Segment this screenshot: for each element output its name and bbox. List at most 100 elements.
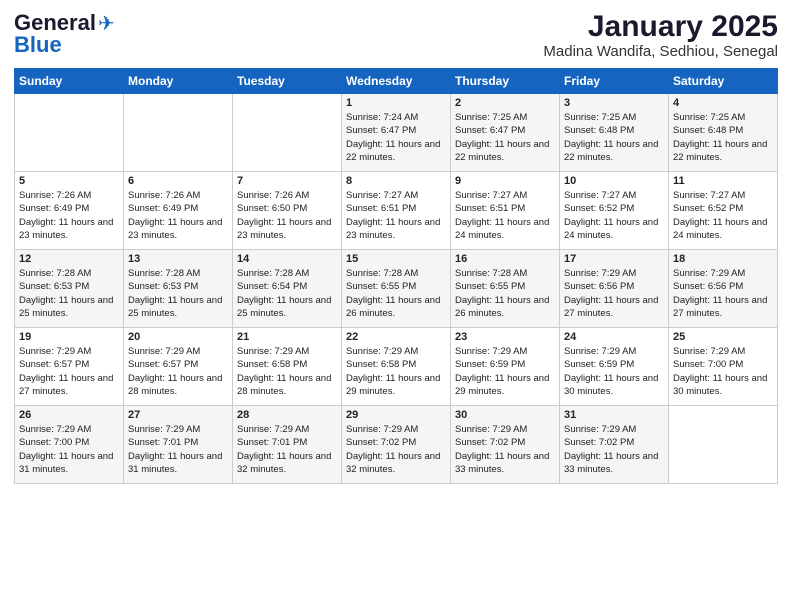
day-info: Sunrise: 7:25 AMSunset: 6:47 PMDaylight:…: [455, 111, 555, 164]
day-number: 5: [19, 175, 119, 187]
day-number: 28: [237, 409, 337, 421]
day-info: Sunrise: 7:29 AMSunset: 6:58 PMDaylight:…: [346, 345, 446, 398]
day-number: 15: [346, 253, 446, 265]
day-info: Sunrise: 7:29 AMSunset: 7:02 PMDaylight:…: [455, 423, 555, 476]
day-info: Sunrise: 7:28 AMSunset: 6:53 PMDaylight:…: [19, 267, 119, 320]
day-number: 2: [455, 97, 555, 109]
day-info: Sunrise: 7:29 AMSunset: 6:57 PMDaylight:…: [19, 345, 119, 398]
col-thursday: Thursday: [451, 69, 560, 94]
day-number: 8: [346, 175, 446, 187]
calendar-cell: 27Sunrise: 7:29 AMSunset: 7:01 PMDayligh…: [124, 406, 233, 484]
calendar-cell: 9 Sunrise: 7:27 AMSunset: 6:51 PMDaylight…: [451, 172, 560, 250]
day-number: 24: [564, 331, 664, 343]
day-info: Sunrise: 7:29 AMSunset: 7:01 PMDaylight:…: [237, 423, 337, 476]
calendar-cell: 31 Sunrise: 7:29 AMSunset: 7:02 PMDayligh…: [560, 406, 669, 484]
day-number: 22: [346, 331, 446, 343]
calendar-cell: 19 Sunrise: 7:29 AMSunset: 6:57 PMDayligh…: [15, 328, 124, 406]
day-info: Sunrise: 7:27 AMSunset: 6:51 PMDaylight:…: [455, 189, 555, 242]
calendar-cell: 1Sunrise: 7:24 AMSunset: 6:47 PMDaylight…: [342, 94, 451, 172]
main-container: General ✈ Blue January 2025 Madina Wandi…: [0, 0, 792, 494]
day-number: 21: [237, 331, 337, 343]
calendar-cell: 22 Sunrise: 7:29 AMSunset: 6:58 PMDayligh…: [342, 328, 451, 406]
logo-bird-icon: ✈: [98, 11, 115, 36]
calendar-week-3: 12 Sunrise: 7:28 AMSunset: 6:53 PMDayligh…: [15, 250, 778, 328]
day-number: 10: [564, 175, 664, 187]
calendar-cell: 10 Sunrise: 7:27 AMSunset: 6:52 PMDayligh…: [560, 172, 669, 250]
col-tuesday: Tuesday: [233, 69, 342, 94]
calendar-cell: 11 Sunrise: 7:27 AMSunset: 6:52 PMDayligh…: [669, 172, 778, 250]
calendar-cell: 8 Sunrise: 7:27 AMSunset: 6:51 PMDaylight…: [342, 172, 451, 250]
day-info: Sunrise: 7:29 AMSunset: 7:02 PMDaylight:…: [564, 423, 664, 476]
day-info: Sunrise: 7:27 AMSunset: 6:52 PMDaylight:…: [673, 189, 773, 242]
day-number: 29: [346, 409, 446, 421]
day-info: Sunrise: 7:28 AMSunset: 6:55 PMDaylight:…: [346, 267, 446, 320]
day-info: Sunrise: 7:28 AMSunset: 6:55 PMDaylight:…: [455, 267, 555, 320]
day-number: 17: [564, 253, 664, 265]
day-info: Sunrise: 7:29 AMSunset: 7:00 PMDaylight:…: [673, 345, 773, 398]
header-row: Sunday Monday Tuesday Wednesday Thursday…: [15, 69, 778, 94]
calendar-cell: 15 Sunrise: 7:28 AMSunset: 6:55 PMDayligh…: [342, 250, 451, 328]
day-info: Sunrise: 7:25 AMSunset: 6:48 PMDaylight:…: [673, 111, 773, 164]
col-sunday: Sunday: [15, 69, 124, 94]
calendar-week-4: 19 Sunrise: 7:29 AMSunset: 6:57 PMDayligh…: [15, 328, 778, 406]
day-info: Sunrise: 7:27 AMSunset: 6:52 PMDaylight:…: [564, 189, 664, 242]
title-block: January 2025 Madina Wandifa, Sedhiou, Se…: [543, 10, 778, 60]
col-saturday: Saturday: [669, 69, 778, 94]
day-number: 16: [455, 253, 555, 265]
day-info: Sunrise: 7:29 AMSunset: 6:59 PMDaylight:…: [455, 345, 555, 398]
day-info: Sunrise: 7:29 AMSunset: 6:59 PMDaylight:…: [564, 345, 664, 398]
day-number: 1: [346, 97, 446, 109]
calendar-title: January 2025: [543, 10, 778, 43]
calendar-cell: 13Sunrise: 7:28 AMSunset: 6:53 PMDayligh…: [124, 250, 233, 328]
day-info: Sunrise: 7:26 AMSunset: 6:50 PMDaylight:…: [237, 189, 337, 242]
day-number: 31: [564, 409, 664, 421]
calendar-cell: 17 Sunrise: 7:29 AMSunset: 6:56 PMDayligh…: [560, 250, 669, 328]
day-info: Sunrise: 7:25 AMSunset: 6:48 PMDaylight:…: [564, 111, 664, 164]
calendar-subtitle: Madina Wandifa, Sedhiou, Senegal: [543, 43, 778, 60]
day-number: 30: [455, 409, 555, 421]
calendar-cell: 21 Sunrise: 7:29 AMSunset: 6:58 PMDayligh…: [233, 328, 342, 406]
col-wednesday: Wednesday: [342, 69, 451, 94]
calendar-cell: [15, 94, 124, 172]
calendar-cell: 16 Sunrise: 7:28 AMSunset: 6:55 PMDayligh…: [451, 250, 560, 328]
calendar-cell: 23 Sunrise: 7:29 AMSunset: 6:59 PMDayligh…: [451, 328, 560, 406]
calendar-cell: 30 Sunrise: 7:29 AMSunset: 7:02 PMDayligh…: [451, 406, 560, 484]
day-number: 18: [673, 253, 773, 265]
logo: General ✈ Blue: [14, 10, 115, 58]
day-info: Sunrise: 7:26 AMSunset: 6:49 PMDaylight:…: [128, 189, 228, 242]
calendar-cell: [124, 94, 233, 172]
day-number: 12: [19, 253, 119, 265]
day-number: 11: [673, 175, 773, 187]
day-number: 3: [564, 97, 664, 109]
calendar-cell: [669, 406, 778, 484]
calendar-cell: 20 Sunrise: 7:29 AMSunset: 6:57 PMDayligh…: [124, 328, 233, 406]
day-number: 20: [128, 331, 228, 343]
calendar-week-1: 1Sunrise: 7:24 AMSunset: 6:47 PMDaylight…: [15, 94, 778, 172]
calendar-cell: 24 Sunrise: 7:29 AMSunset: 6:59 PMDayligh…: [560, 328, 669, 406]
calendar-cell: 26Sunrise: 7:29 AMSunset: 7:00 PMDayligh…: [15, 406, 124, 484]
day-number: 7: [237, 175, 337, 187]
calendar-cell: 3 Sunrise: 7:25 AMSunset: 6:48 PMDaylight…: [560, 94, 669, 172]
day-info: Sunrise: 7:29 AMSunset: 6:56 PMDaylight:…: [564, 267, 664, 320]
day-number: 14: [237, 253, 337, 265]
col-monday: Monday: [124, 69, 233, 94]
calendar-cell: 7 Sunrise: 7:26 AMSunset: 6:50 PMDaylight…: [233, 172, 342, 250]
day-number: 19: [19, 331, 119, 343]
day-number: 23: [455, 331, 555, 343]
col-friday: Friday: [560, 69, 669, 94]
day-number: 4: [673, 97, 773, 109]
calendar-cell: [233, 94, 342, 172]
calendar-cell: 6Sunrise: 7:26 AMSunset: 6:49 PMDaylight…: [124, 172, 233, 250]
header: General ✈ Blue January 2025 Madina Wandi…: [14, 10, 778, 60]
calendar-cell: 5Sunrise: 7:26 AMSunset: 6:49 PMDaylight…: [15, 172, 124, 250]
calendar-cell: 25 Sunrise: 7:29 AMSunset: 7:00 PMDayligh…: [669, 328, 778, 406]
day-info: Sunrise: 7:28 AMSunset: 6:54 PMDaylight:…: [237, 267, 337, 320]
day-number: 9: [455, 175, 555, 187]
day-number: 25: [673, 331, 773, 343]
day-info: Sunrise: 7:29 AMSunset: 6:57 PMDaylight:…: [128, 345, 228, 398]
day-info: Sunrise: 7:29 AMSunset: 6:58 PMDaylight:…: [237, 345, 337, 398]
day-info: Sunrise: 7:28 AMSunset: 6:53 PMDaylight:…: [128, 267, 228, 320]
day-number: 27: [128, 409, 228, 421]
day-info: Sunrise: 7:27 AMSunset: 6:51 PMDaylight:…: [346, 189, 446, 242]
calendar-table: Sunday Monday Tuesday Wednesday Thursday…: [14, 68, 778, 484]
